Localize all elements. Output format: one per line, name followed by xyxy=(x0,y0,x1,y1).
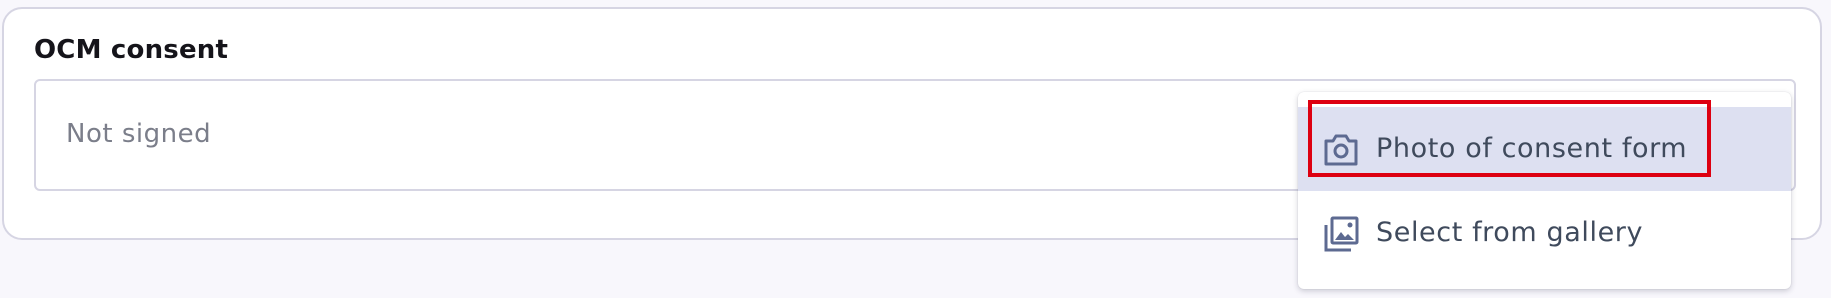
menu-item-label: Photo of consent form xyxy=(1376,133,1688,164)
camera-icon xyxy=(1324,134,1358,166)
menu-item-select-from-gallery[interactable]: Select from gallery xyxy=(1298,191,1791,275)
menu-item-label: Select from gallery xyxy=(1376,217,1644,248)
page: OCM consent Not signed Photo of consent … xyxy=(0,0,1831,298)
menu-item-photo-of-consent-form[interactable]: Photo of consent form xyxy=(1298,107,1791,191)
gallery-icon xyxy=(1324,216,1359,252)
card-title: OCM consent xyxy=(34,35,229,65)
consent-source-menu: Photo of consent form Select from galler… xyxy=(1298,92,1791,289)
consent-status-value: Not signed xyxy=(66,119,212,149)
